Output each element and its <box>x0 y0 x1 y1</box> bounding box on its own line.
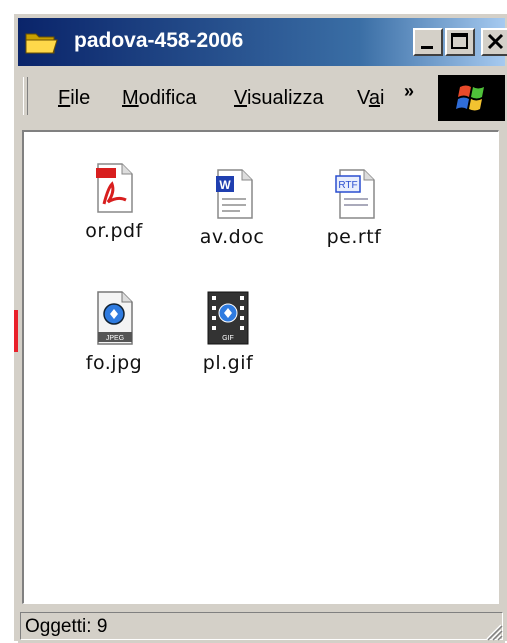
menu-overflow-chevron-icon[interactable]: » <box>404 81 414 102</box>
svg-text:GIF: GIF <box>222 335 234 342</box>
status-bar: Oggetti: 9 <box>18 610 505 643</box>
windows-logo-icon <box>438 75 505 121</box>
svg-text:JPEG: JPEG <box>106 335 124 342</box>
resize-grip-icon[interactable] <box>483 621 503 641</box>
file-name: av.doc <box>199 226 265 248</box>
status-panel: Oggetti: 9 <box>20 612 503 640</box>
close-icon <box>487 33 504 50</box>
menu-modifica[interactable]: Modifica <box>122 87 196 110</box>
status-object-count: Oggetti: 9 <box>25 616 108 637</box>
pdf-file-icon <box>96 163 133 213</box>
window-title: padova-458-2006 <box>74 29 244 52</box>
file-item-fo-jpg[interactable]: JPEG fo.jpg <box>64 290 164 374</box>
file-item-pe-rtf[interactable]: RTF pe.rtf <box>304 168 404 248</box>
file-name: fo.jpg <box>85 352 143 374</box>
red-edge-marker <box>14 310 18 352</box>
close-button[interactable] <box>481 28 507 56</box>
gif-image-icon: GIF <box>207 291 249 345</box>
menu-vai[interactable]: Vai <box>357 87 384 110</box>
title-bar[interactable]: padova-458-2006 <box>18 18 507 66</box>
explorer-window: padova-458-2006 File Modifica Visualizza… <box>12 12 507 643</box>
menu-visualizza[interactable]: Visualizza <box>234 87 324 110</box>
maximize-icon <box>451 33 468 49</box>
word-doc-icon: W <box>216 169 253 219</box>
toolbar-grip[interactable] <box>23 77 28 115</box>
svg-text:W: W <box>219 178 231 192</box>
folder-icon <box>24 28 58 56</box>
rtf-file-icon: RTF <box>335 169 375 219</box>
minimize-icon <box>421 46 433 49</box>
file-item-av-doc[interactable]: W av.doc <box>182 168 282 248</box>
menu-bar: File Modifica Visualizza Vai » <box>18 69 505 125</box>
file-item-pl-gif[interactable]: GIF pl.gif <box>178 290 278 374</box>
maximize-button[interactable] <box>445 28 475 56</box>
jpg-image-icon: JPEG <box>97 291 133 345</box>
svg-text:RTF: RTF <box>338 180 357 191</box>
menu-file[interactable]: File <box>58 87 90 110</box>
file-view[interactable]: or.pdf W av.doc RTF pe.rtf JPEG fo.jpg G… <box>22 130 499 604</box>
file-name: pe.rtf <box>326 226 382 248</box>
file-name: or.pdf <box>85 220 143 242</box>
file-name: pl.gif <box>202 352 254 374</box>
minimize-button[interactable] <box>413 28 443 56</box>
file-item-or-pdf[interactable]: or.pdf <box>64 162 164 242</box>
